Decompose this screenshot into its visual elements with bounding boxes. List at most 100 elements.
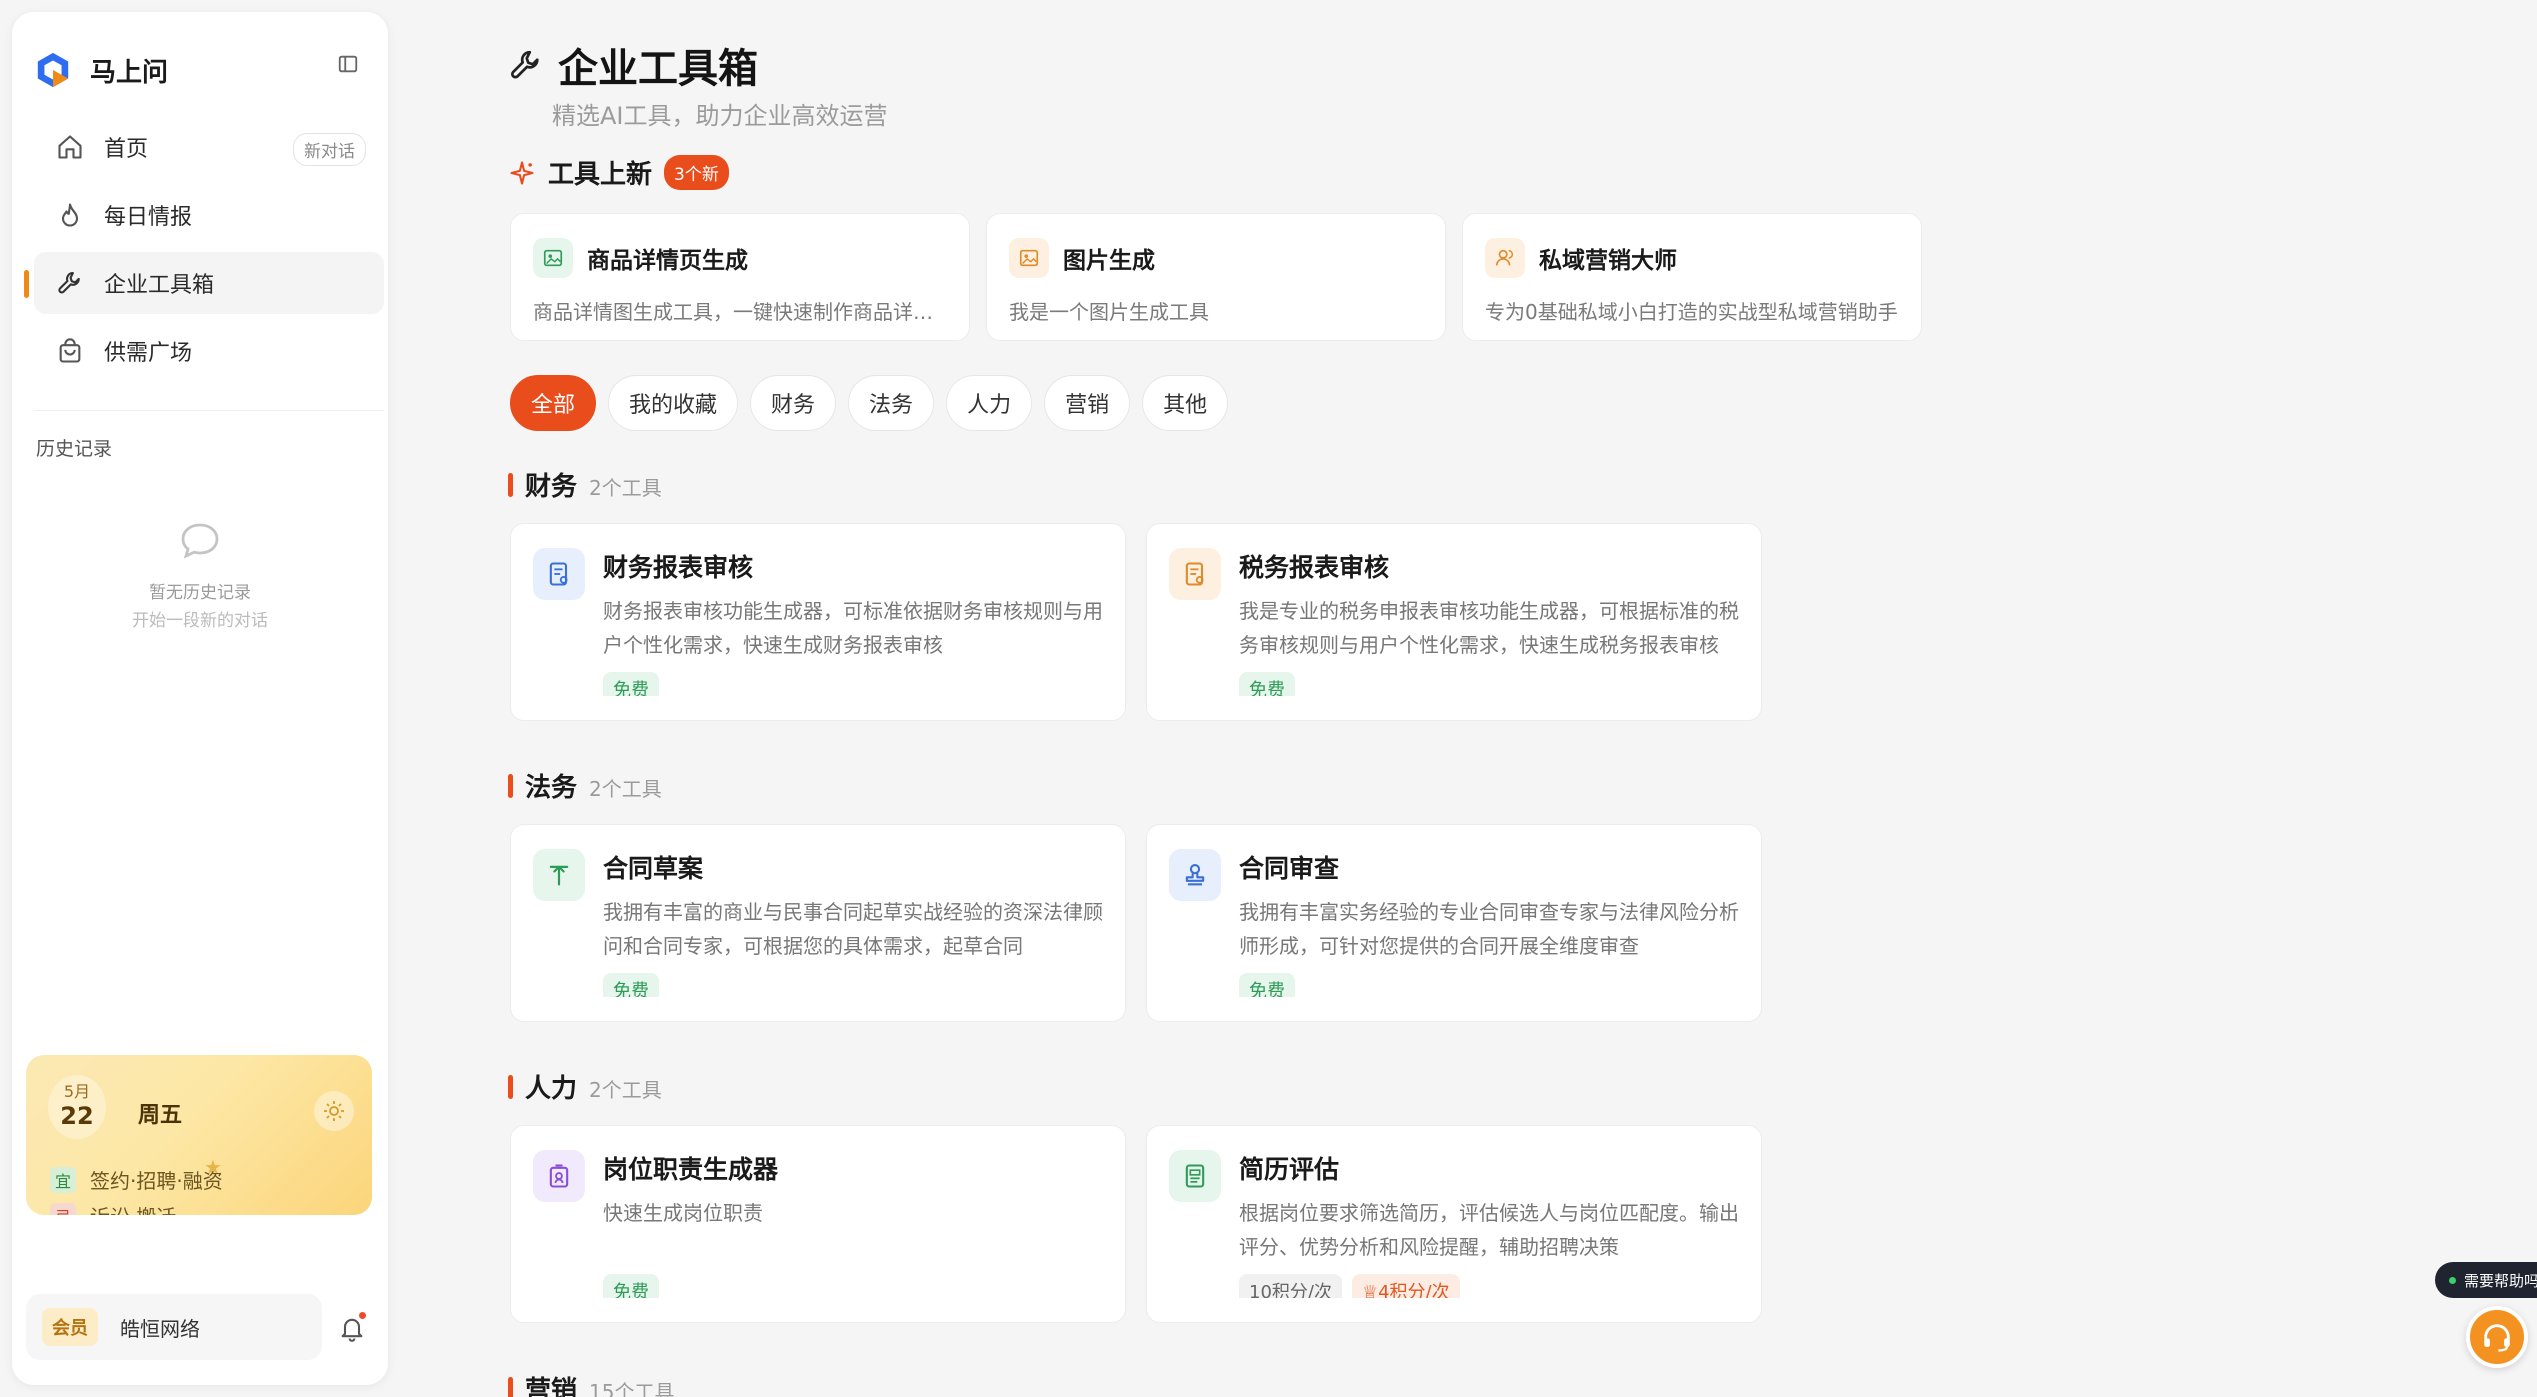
tool-title: 财务报表审核 — [603, 553, 754, 582]
calendar-day: 22 — [60, 1102, 94, 1130]
vip-price-text: 4积分/次 — [1378, 1282, 1450, 1298]
sparkle-icon — [510, 160, 534, 185]
tool-card[interactable]: 岗位职责生成器 快速生成岗位职责 免费 — [510, 1125, 1126, 1323]
filter-favorites[interactable]: 我的收藏 — [608, 375, 739, 431]
new-tools-list: 商品详情页生成 商品详情图生成工具，一键快速制作商品详情页 图片生成 我是一个图… — [510, 213, 1938, 341]
notification-button[interactable] — [332, 1308, 372, 1348]
help-tooltip[interactable]: 需要帮助吗 — [2435, 1262, 2537, 1298]
chat-bubble-icon — [181, 523, 219, 559]
customer-service-button[interactable] — [2466, 1306, 2528, 1368]
section-accent-bar — [508, 1074, 513, 1099]
new-tool-desc: 商品详情图生成工具，一键快速制作商品详情页 — [533, 300, 947, 324]
new-chat-button[interactable]: 新对话 — [293, 133, 366, 166]
tool-title: 简历评估 — [1239, 1155, 1340, 1184]
tool-title: 合同审查 — [1239, 854, 1340, 883]
vip-price-tag: ♕4积分/次 — [1351, 1274, 1460, 1298]
price-tag: 免费 — [1239, 973, 1295, 997]
price-tag: 10积分/次 — [1239, 1274, 1342, 1298]
tool-desc: 我拥有丰富的商业与民事合同起草实战经验的资深法律顾问和合同专家，可根据您的具体需… — [603, 900, 1103, 958]
sidebar-divider — [34, 410, 384, 411]
section-accent-bar — [508, 1376, 513, 1397]
sidebar-item-label: 供需广场 — [104, 341, 193, 366]
sidebar-item-toolbox[interactable]: 企业工具箱 — [24, 252, 384, 314]
new-tool-card[interactable]: 私域营销大师 专为0基础私域小白打造的实战型私域营销助手 — [1462, 213, 1922, 341]
sidebar-item-supply-demand[interactable]: 供需广场 — [34, 320, 384, 382]
new-tools-title: 工具上新 — [548, 160, 653, 190]
report-icon — [533, 548, 585, 600]
almanac-card[interactable]: 5月 22 周五 ★ 宜 签约·招聘·融资 忌 诉讼·搬迁 — [26, 1055, 372, 1215]
section-hr-tools: 岗位职责生成器 快速生成岗位职责 免费 简历评估 根据岗位要求筛选简历，评估候选… — [510, 1125, 1782, 1323]
inauspicious-tag: 忌 — [50, 1202, 76, 1215]
tool-card[interactable]: 合同草案 我拥有丰富的商业与民事合同起草实战经验的资深法律顾问和合同专家，可根据… — [510, 824, 1126, 1022]
filter-marketing[interactable]: 营销 — [1044, 375, 1131, 431]
section-legal-tools: 合同草案 我拥有丰富的商业与民事合同起草实战经验的资深法律顾问和合同专家，可根据… — [510, 824, 1782, 1022]
new-tool-title: 私域营销大师 — [1539, 248, 1677, 274]
crown-icon: ♕ — [1361, 1282, 1379, 1298]
wrench-icon — [511, 50, 539, 79]
price-tag: 免费 — [603, 973, 659, 997]
section-title: 营销 — [525, 1376, 578, 1397]
section-count: 15个工具 — [589, 1380, 675, 1397]
sidebar-nav: 首页 新对话 每日情报 企业工具箱 供需广场 — [24, 116, 384, 388]
filter-finance[interactable]: 财务 — [750, 375, 837, 431]
tool-desc: 财务报表审核功能生成器，可标准依据财务审核规则与用户个性化需求，快速生成财务报表… — [603, 599, 1103, 657]
section-title: 财务 — [525, 472, 578, 502]
calendar-month: 5月 — [63, 1082, 91, 1101]
account-name: 皓恒网络 — [120, 1316, 200, 1341]
new-tool-card[interactable]: 图片生成 我是一个图片生成工具 — [986, 213, 1446, 341]
filter-other[interactable]: 其他 — [1142, 375, 1229, 431]
filter-legal[interactable]: 法务 — [848, 375, 935, 431]
auspicious-tag: 宜 — [50, 1166, 76, 1193]
auspicious-text: 签约·招聘·融资 — [90, 1169, 223, 1193]
section-legal-header: 法务 2个工具 — [508, 767, 662, 804]
home-icon — [54, 131, 86, 163]
section-accent-bar — [508, 472, 513, 497]
tool-card[interactable]: 简历评估 根据岗位要求筛选简历，评估候选人与岗位匹配度。输出评分、优势分析和风险… — [1146, 1125, 1762, 1323]
member-account[interactable]: 会员 皓恒网络 — [26, 1294, 322, 1360]
filter-all[interactable]: 全部 — [510, 375, 597, 431]
section-count: 2个工具 — [589, 1078, 662, 1102]
sidebar-item-daily-intel[interactable]: 每日情报 — [34, 184, 384, 246]
calendar-weekday: 周五 — [138, 1103, 183, 1128]
tool-title: 合同草案 — [603, 854, 704, 883]
new-tool-desc: 我是一个图片生成工具 — [1009, 300, 1209, 324]
sidebar: 马上问 首页 新对话 每日情报 企业工具箱 供需广场 历史记录 暂无历史记录 开… — [12, 12, 388, 1385]
section-marketing-header: 营销 15个工具 — [508, 1370, 674, 1397]
filter-hr[interactable]: 人力 — [946, 375, 1033, 431]
tool-card[interactable]: 税务报表审核 我是专业的税务申报表审核功能生成器，可根据标准的税务审核规则与用户… — [1146, 523, 1762, 721]
section-hr-header: 人力 2个工具 — [508, 1068, 662, 1105]
new-tool-desc: 专为0基础私域小白打造的实战型私域营销助手 — [1485, 300, 1898, 324]
page-header: 企业工具箱 — [508, 36, 758, 94]
stamp-icon — [1169, 849, 1221, 901]
brand-logo-icon — [37, 52, 69, 88]
section-accent-bar — [508, 773, 513, 798]
collapse-sidebar-button[interactable] — [330, 46, 366, 82]
app-name: 马上问 — [90, 57, 169, 88]
empty-history-text: 暂无历史记录 — [149, 583, 251, 603]
new-tools-count-badge: 3个新 — [664, 155, 729, 190]
brand[interactable]: 马上问 — [34, 38, 168, 102]
tool-card[interactable]: 合同审查 我拥有丰富实务经验的专业合同审查专家与法律风险分析师形成，可针对您提供… — [1146, 824, 1762, 1022]
pen-icon — [533, 849, 585, 901]
tool-desc: 我拥有丰富实务经验的专业合同审查专家与法律风险分析师形成，可针对您提供的合同开展… — [1239, 900, 1739, 958]
new-tool-card[interactable]: 商品详情页生成 商品详情图生成工具，一键快速制作商品详情页 — [510, 213, 970, 341]
calendar-date: 5月 22 — [48, 1075, 106, 1139]
price-tag: 免费 — [1239, 672, 1295, 696]
sidebar-item-home[interactable]: 首页 新对话 — [34, 116, 384, 178]
category-filters: 全部 我的收藏 财务 法务 人力 营销 其他 — [510, 375, 1240, 431]
price-tag: 免费 — [603, 672, 659, 696]
bag-icon — [54, 335, 86, 367]
sidebar-toggle-icon — [338, 55, 358, 73]
new-tool-title: 图片生成 — [1063, 248, 1155, 274]
notification-dot — [359, 1312, 366, 1319]
users-icon — [1485, 238, 1525, 278]
new-tools-header: 工具上新 3个新 — [508, 154, 729, 191]
section-finance-tools: 财务报表审核 财务报表审核功能生成器，可标准依据财务审核规则与用户个性化需求，快… — [510, 523, 1782, 721]
history-title: 历史记录 — [36, 438, 113, 460]
wrench-icon — [54, 267, 86, 299]
sidebar-item-label: 企业工具箱 — [104, 273, 215, 298]
headset-icon — [2484, 1324, 2510, 1352]
tool-card[interactable]: 财务报表审核 财务报表审核功能生成器，可标准依据财务审核规则与用户个性化需求，快… — [510, 523, 1126, 721]
sidebar-item-label: 首页 — [104, 137, 149, 162]
price-tag: 免费 — [603, 1274, 659, 1298]
